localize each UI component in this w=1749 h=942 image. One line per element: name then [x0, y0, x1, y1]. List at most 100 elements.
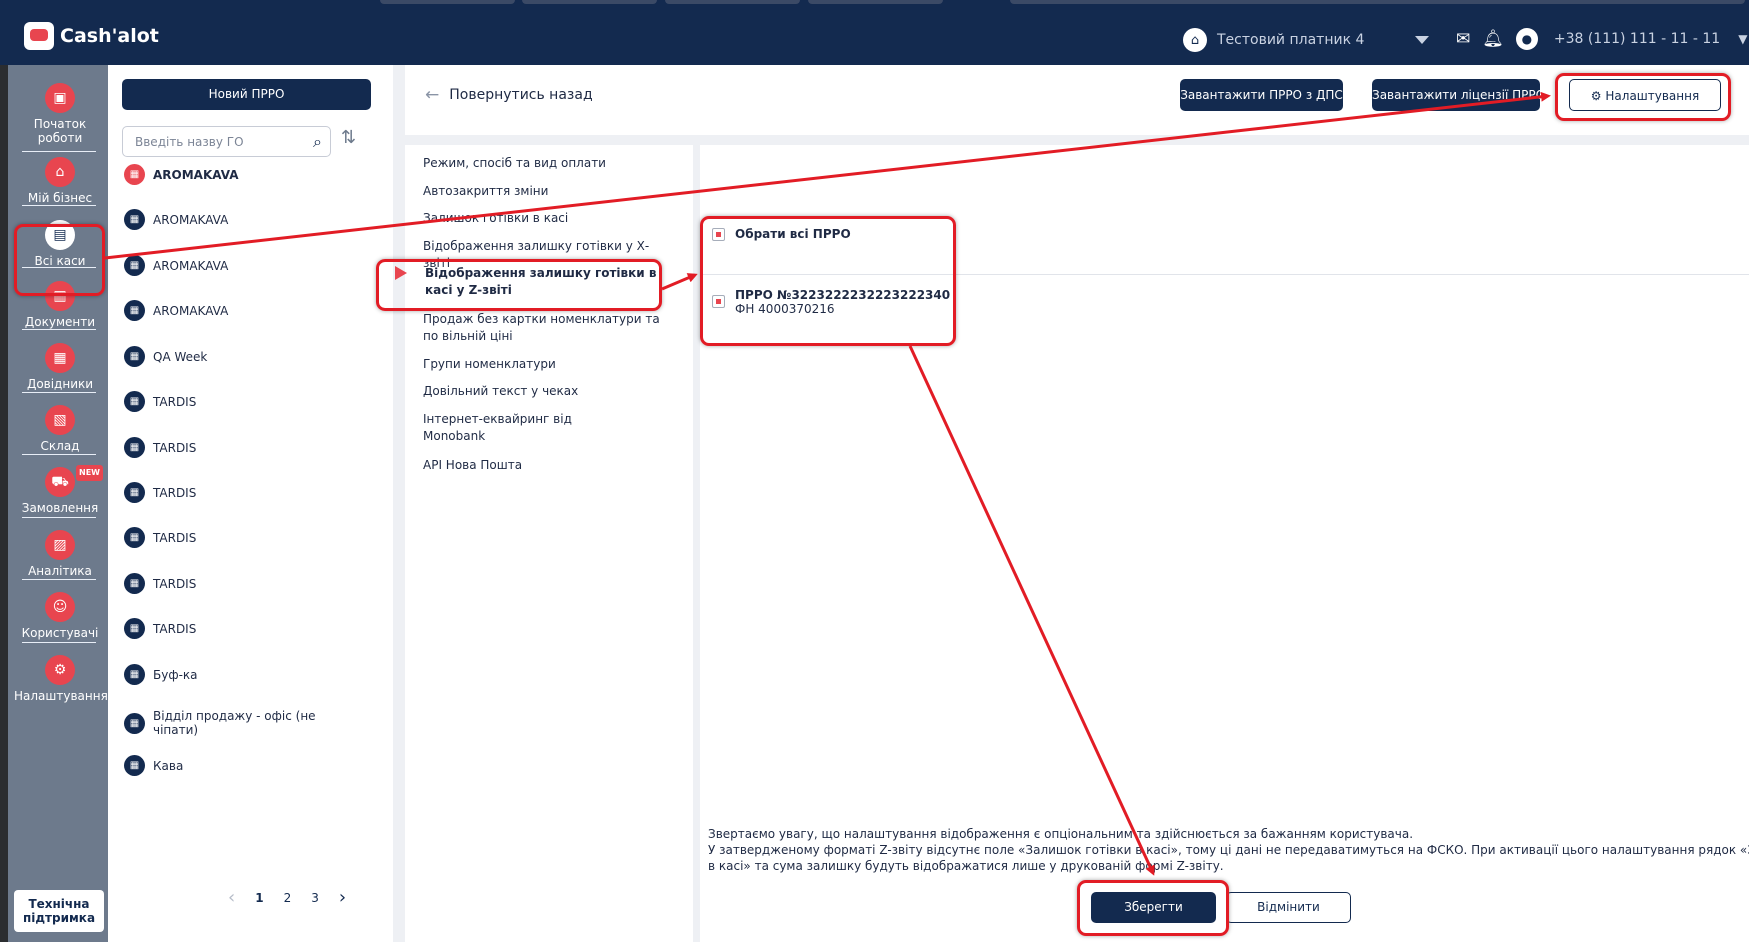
nav-item-warehouse[interactable]: ▧ Склад: [18, 405, 102, 453]
chevron-down-icon[interactable]: ▼: [1738, 32, 1747, 46]
prro-row[interactable]: ПРРО №3223222232223222340 ФН 4000370216: [712, 288, 950, 316]
list-item-label: TARDIS: [153, 576, 197, 591]
nav-item-start[interactable]: ▣ Початок роботи: [18, 83, 102, 145]
nav-item-analytics[interactable]: ▨ Аналітика: [18, 530, 102, 578]
divider: [22, 151, 96, 152]
select-all-row[interactable]: Обрати всі ПРРО: [712, 227, 851, 241]
back-link[interactable]: ← Повернутись назад: [425, 85, 593, 105]
search-input[interactable]: [123, 127, 293, 156]
user-icon[interactable]: ●: [1515, 28, 1538, 50]
list-item[interactable]: ▦ AROMAKAVA: [124, 255, 379, 276]
divider: [22, 267, 96, 268]
nav-item-label: Довідники: [26, 377, 94, 391]
list-item[interactable]: ▦ TARDIS: [124, 618, 379, 639]
gear-icon: ⚙: [45, 655, 75, 685]
info-note: Звертаємо увагу, що налаштування відобра…: [708, 826, 1749, 874]
list-item[interactable]: ▦ Буф-ка: [124, 664, 379, 685]
nav-item-users[interactable]: ☺ Користувачі: [18, 592, 102, 640]
settings-menu-item[interactable]: Залишок готівки в касі: [423, 210, 661, 227]
reference-icon: ▦: [45, 343, 75, 373]
search-icon[interactable]: ⌕: [313, 132, 322, 152]
store-icon: ▦: [124, 482, 145, 503]
list-item[interactable]: ▦ TARDIS: [124, 437, 379, 458]
note-line: в касі» та сума залишку будуть відобража…: [708, 859, 1224, 873]
nav-item-documents[interactable]: ▥ Документи: [18, 281, 102, 329]
list-item[interactable]: ▦ AROMAKAVA: [124, 209, 379, 230]
page-3[interactable]: 3: [311, 891, 319, 905]
nav-item-my-business[interactable]: ⌂ Мій бізнес: [18, 157, 102, 205]
settings-menu-item[interactable]: Групи номенклатури: [423, 356, 661, 373]
settings-menu-item[interactable]: Продаж без картки номенклатури та по віл…: [423, 311, 661, 345]
page-2[interactable]: 2: [284, 891, 292, 905]
prro-checkbox[interactable]: [712, 295, 725, 308]
download-licenses-button[interactable]: Завантажити ліцензії ПРРО: [1372, 79, 1540, 111]
chevron-right-icon[interactable]: ›: [339, 887, 346, 908]
store-icon: ▦: [124, 391, 145, 412]
bell-icon[interactable]: 🔔︎: [1482, 29, 1504, 49]
settings-menu-item[interactable]: API Нова Пошта: [423, 457, 661, 474]
cancel-button[interactable]: Відмінити: [1226, 892, 1351, 923]
list-item[interactable]: ▦ TARDIS: [124, 573, 379, 594]
nav-item-label: Початок роботи: [33, 117, 87, 145]
list-item[interactable]: ▦ TARDIS: [124, 391, 379, 412]
list-item[interactable]: ▦ TARDIS: [124, 482, 379, 503]
cash-register-icon: ▤: [45, 220, 75, 250]
chevron-down-icon[interactable]: [1415, 36, 1429, 44]
business-selector[interactable]: ⌂ Тестовий платник 4: [1183, 28, 1364, 52]
list-item-label: AROMAKAVA: [153, 212, 229, 227]
orders-icon: ⛟: [45, 467, 75, 497]
store-icon: ▦: [124, 618, 145, 639]
list-item[interactable]: ▦ Кава: [124, 755, 379, 776]
gear-icon: ⚙: [1590, 89, 1602, 103]
store-icon: ▦: [124, 255, 145, 276]
settings-menu-item[interactable]: Автозакриття зміни: [423, 183, 661, 200]
support-button[interactable]: Технічна підтримка: [14, 890, 104, 932]
app-logo[interactable]: Cash'alot: [24, 22, 159, 50]
list-item-label: TARDIS: [153, 621, 197, 636]
list-item[interactable]: ▦ Відділ продажу - офіс (не чіпати): [124, 709, 379, 737]
main-nav: ▣ Початок роботи ⌂ Мій бізнес ▤ Всі каси…: [8, 65, 108, 942]
store-icon: ▦: [124, 573, 145, 594]
user-phone[interactable]: +38 (111) 111 - 11 - 11: [1554, 31, 1720, 47]
settings-menu-item[interactable]: Інтернет-еквайринг від Monobank: [423, 411, 573, 445]
documents-icon: ▥: [45, 281, 75, 311]
start-icon: ▣: [45, 83, 75, 113]
note-line: Звертаємо увагу, що налаштування відобра…: [708, 827, 1414, 841]
list-item[interactable]: ▦ TARDIS: [124, 527, 379, 548]
list-item-label: Буф-ка: [153, 667, 198, 682]
nav-item-label: Замовлення: [21, 501, 99, 515]
store-icon: ▦: [124, 527, 145, 548]
download-prro-dps-button[interactable]: Завантажити ПРРО з ДПС: [1180, 79, 1343, 111]
nav-item-settings[interactable]: ⚙ Налаштування: [14, 655, 108, 703]
nav-item-orders[interactable]: ⛟ NEW Замовлення: [18, 465, 103, 515]
nav-item-label: Аналітика: [28, 564, 92, 578]
new-prro-button[interactable]: Новий ПРРО: [122, 79, 371, 110]
save-button[interactable]: Зберегти: [1091, 892, 1216, 923]
mail-icon[interactable]: ✉: [1456, 29, 1470, 49]
store-icon: ▦: [124, 164, 145, 185]
list-item-label: TARDIS: [153, 485, 197, 500]
settings-menu: Режим, спосіб та вид оплати Автозакриття…: [405, 145, 693, 942]
list-item[interactable]: ▦ AROMAKAVA: [124, 300, 379, 321]
settings-menu-item-active[interactable]: Відображення залишку готівки в касі у Z-…: [425, 265, 663, 299]
nav-item-references[interactable]: ▦ Довідники: [18, 343, 102, 391]
page-1[interactable]: 1: [255, 891, 263, 905]
settings-menu-item[interactable]: Режим, спосіб та вид оплати: [423, 155, 661, 172]
select-all-checkbox[interactable]: [712, 228, 725, 241]
prro-info: ПРРО №3223222232223222340 ФН 4000370216: [735, 288, 950, 316]
divider: [22, 392, 96, 393]
chevron-left-icon[interactable]: ‹: [228, 887, 235, 908]
settings-button[interactable]: ⚙ Налаштування: [1569, 79, 1721, 111]
list-item[interactable]: ▦ AROMAKAVA: [124, 164, 379, 185]
logo-text: Cash'alot: [60, 25, 159, 47]
list-item-label: TARDIS: [153, 394, 197, 409]
store-icon: ▦: [124, 664, 145, 685]
settings-menu-item[interactable]: Довільний текст у чеках: [423, 383, 661, 400]
settings-content: [700, 145, 1749, 942]
list-item[interactable]: ▦ QA Week: [124, 346, 379, 367]
nav-item-all-cash-registers[interactable]: ▤ Всі каси: [18, 220, 102, 268]
play-marker-icon: [395, 266, 407, 280]
cash-register-list-panel: Новий ПРРО ⌕ ⇅ ▦ AROMAKAVA ▦ AROMAKAVA ▦ AR…: [108, 65, 393, 942]
divider: [22, 579, 96, 580]
sort-icon[interactable]: ⇅: [341, 127, 356, 148]
